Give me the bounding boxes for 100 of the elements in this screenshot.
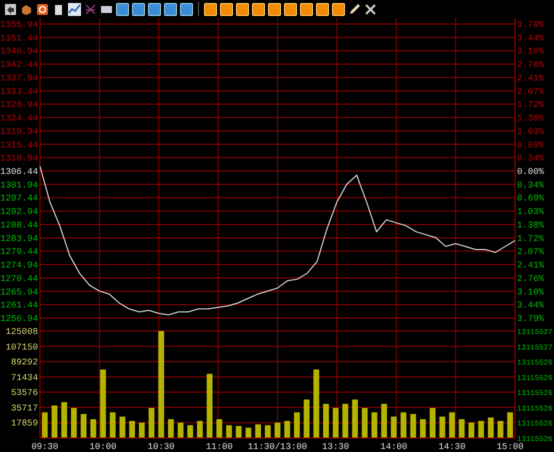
- percent-axis-label: 3.79%: [517, 20, 544, 30]
- volume-bar: [498, 420, 504, 438]
- square-icon[interactable]: [116, 2, 129, 16]
- price-axis-label: 1342.44: [0, 60, 38, 70]
- volume-axis-label: 35717: [10, 403, 38, 414]
- price-axis-label: 1256.94: [0, 314, 38, 324]
- volume-axis-label: 89292: [10, 358, 38, 368]
- volume-bar: [216, 419, 222, 438]
- price-axis-label: 1315.44: [0, 140, 38, 150]
- volume-bar: [488, 418, 494, 438]
- volume-bar: [246, 428, 252, 438]
- cube-icon[interactable]: [20, 2, 33, 16]
- volume-bar: [110, 412, 116, 438]
- volume-bar: [342, 404, 348, 438]
- percent-axis-label: 0.34%: [517, 180, 544, 190]
- volume-bar: [120, 416, 126, 438]
- time-axis-label: 10:00: [90, 442, 117, 452]
- price-axis-label: 1297.44: [0, 194, 38, 204]
- volume-bar: [294, 412, 300, 438]
- volume-bar: [187, 425, 194, 438]
- square-icon[interactable]: [300, 2, 313, 16]
- percent-axis-label: 1.03%: [517, 126, 544, 137]
- volume-bar: [138, 422, 145, 438]
- volume-bar: [410, 414, 416, 438]
- time-axis-label: 11:00: [206, 442, 233, 452]
- volume-bar: [313, 370, 320, 438]
- square-icon[interactable]: [316, 2, 329, 16]
- price-axis-label: 1301.94: [0, 180, 38, 190]
- square-icon[interactable]: [220, 2, 233, 16]
- percent-axis-label: 3.44%: [517, 300, 544, 311]
- volume-bar: [206, 374, 212, 438]
- time-axis-label: 13:30: [322, 442, 350, 452]
- square-icon[interactable]: [164, 2, 177, 16]
- percent-axis-label: 1.03%: [517, 207, 544, 218]
- volume-bar: [90, 419, 96, 438]
- square-icon[interactable]: [252, 2, 265, 16]
- time-axis-label: 09:30: [31, 442, 58, 452]
- volume-bar: [507, 412, 513, 438]
- percent-axis-label: 1.38%: [517, 220, 544, 230]
- volume-bar: [449, 412, 455, 438]
- volume-bar: [284, 420, 290, 438]
- price-axis-label: 1346.94: [0, 46, 38, 57]
- price-axis-label: 1265.94: [0, 287, 38, 298]
- time-axis-label: 10:30: [148, 442, 175, 452]
- square-icon[interactable]: [204, 2, 217, 16]
- price-axis-label: 1274.94: [0, 260, 38, 271]
- volume-bar: [478, 420, 484, 438]
- price-axis-label: 1261.44: [0, 300, 38, 311]
- pencil-icon[interactable]: [348, 2, 361, 16]
- square-icon[interactable]: [268, 2, 281, 16]
- square-icon[interactable]: [180, 2, 193, 16]
- square-icon[interactable]: [284, 2, 297, 16]
- volume-bar: [168, 419, 174, 438]
- square-icon[interactable]: [132, 2, 145, 16]
- volume-bar: [178, 422, 184, 438]
- volume-bar: [390, 416, 397, 438]
- price-axis-label: 1310.94: [0, 154, 38, 164]
- price-axis-label: 1319.94: [0, 126, 38, 137]
- volume-axis-label: 17859: [10, 418, 38, 429]
- volume-bar: [52, 406, 58, 438]
- price-axis-label: 1306.44: [0, 167, 38, 177]
- volume-bar: [362, 408, 368, 438]
- close-icon[interactable]: [364, 2, 377, 16]
- percent-axis-label: 2.41%: [517, 260, 544, 271]
- volume-bar: [304, 400, 310, 438]
- volume-bar: [352, 400, 358, 438]
- volume-axis-label: 107150: [6, 342, 38, 352]
- volume-bar: [226, 425, 232, 438]
- volume-bar: [381, 404, 387, 438]
- percent-axis-label: 2.07%: [517, 86, 544, 97]
- percent-axis-label: 3.79%: [517, 314, 544, 324]
- volume-bar: [430, 408, 436, 438]
- square-icon[interactable]: [236, 2, 249, 16]
- volume-axis-label: 53576: [10, 388, 38, 398]
- refresh-icon[interactable]: [36, 2, 49, 16]
- price-axis-label: 1337.94: [0, 73, 38, 84]
- volume-bar: [197, 420, 203, 438]
- line-chart-icon[interactable]: [68, 2, 81, 16]
- volume-bar: [71, 408, 77, 438]
- square-icon[interactable]: [332, 2, 345, 16]
- volume-bar: [255, 424, 261, 438]
- volume-bar: [274, 422, 280, 438]
- arrow-icon[interactable]: [4, 2, 17, 16]
- volume-bar: [439, 416, 446, 438]
- volume-bar: [61, 402, 68, 438]
- volume-bar: [458, 419, 465, 438]
- price-axis-label: 1355.94: [0, 20, 38, 30]
- price-axis-label: 1270.44: [0, 274, 38, 284]
- price-axis-label: 1292.94: [0, 207, 38, 218]
- price-axis-label: 1279.44: [0, 247, 38, 258]
- volume-bar: [236, 426, 242, 438]
- volume-bar: [80, 414, 86, 438]
- volume-axis-label: 125008: [6, 327, 38, 337]
- percent-axis-label: 2.41%: [517, 73, 544, 84]
- percent-axis-label: 0.34%: [517, 154, 544, 164]
- percent-axis-label: 3.10%: [517, 287, 544, 298]
- price-axis-label: 1333.44: [0, 86, 38, 97]
- volume-bar: [400, 412, 406, 438]
- square-icon[interactable]: [148, 2, 161, 16]
- percent-axis-label: 0.69%: [517, 194, 544, 204]
